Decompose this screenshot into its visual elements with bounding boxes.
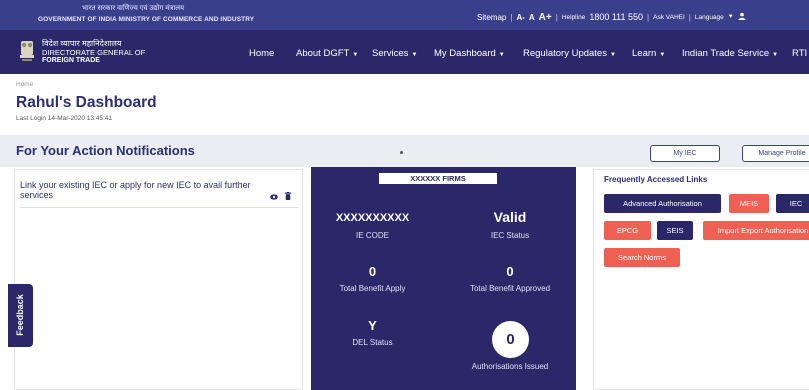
main-navbar: विदेश व्यापार महानिदेशालय DIRECTORATE GE… bbox=[0, 30, 809, 74]
utility-links: Sitemap | A- A A+ | Helpline 1800 111 55… bbox=[477, 10, 746, 24]
link-iec-text[interactable]: Link your existing IEC or apply for new … bbox=[20, 180, 260, 200]
authorisations-issued-value: 0 bbox=[492, 321, 529, 358]
manage-profile-button[interactable]: Manage Profile bbox=[742, 145, 809, 162]
nav-learn[interactable]: Learn ▼ bbox=[632, 48, 665, 59]
divider: | bbox=[688, 12, 691, 22]
iec-status-label: IEC Status bbox=[490, 231, 530, 240]
government-hindi-text: भारत सरकार वाणिज्य एवं उद्योग मंत्रालय bbox=[82, 5, 185, 12]
loading-dot bbox=[400, 151, 403, 154]
brand-line-1: DIRECTORATE GENERAL OF bbox=[42, 48, 146, 57]
chevron-down-icon: ▼ bbox=[772, 52, 779, 58]
link-seis[interactable]: SEIS bbox=[657, 221, 693, 240]
chevron-down-icon: ▼ bbox=[609, 52, 616, 58]
nav-home[interactable]: Home bbox=[249, 48, 274, 59]
ask-vahei-link[interactable]: Ask VAHEI bbox=[653, 14, 685, 21]
brand-line-2: FOREIGN TRADE bbox=[42, 57, 100, 64]
nav-services-label: Services bbox=[372, 48, 409, 59]
sitemap-link[interactable]: Sitemap bbox=[477, 13, 506, 22]
nav-about-label: About DGFT bbox=[296, 48, 350, 59]
ie-code-value: XXXXXXXXXX bbox=[335, 212, 410, 224]
nav-rti-label: RTI bbox=[792, 48, 808, 59]
helpline-number[interactable]: 1800 111 550 bbox=[589, 12, 643, 22]
top-utility-bar: भारत सरकार वाणिज्य एवं उद्योग मंत्रालय G… bbox=[0, 0, 809, 30]
feedback-tab[interactable]: Feedback bbox=[8, 284, 33, 347]
breadcrumb[interactable]: Home bbox=[16, 81, 33, 88]
nav-rti[interactable]: RTI bbox=[792, 48, 807, 59]
page-title: Rahul's Dashboard bbox=[16, 94, 157, 111]
link-iec[interactable]: IEC bbox=[776, 194, 809, 213]
government-english-text: GOVERNMENT OF INDIA MINISTRY OF COMMERCE… bbox=[38, 16, 255, 23]
nav-dashboard-label: My Dashboard bbox=[434, 48, 496, 59]
ie-code-label: IE CODE bbox=[356, 231, 389, 240]
nav-regulatory-label: Regulatory Updates bbox=[523, 48, 607, 59]
link-import-export-authorisation[interactable]: Import Export Authorisation bbox=[703, 221, 809, 240]
divider: | bbox=[647, 12, 650, 22]
link-epcg[interactable]: EPCG bbox=[604, 221, 651, 240]
nav-regulatory-updates[interactable]: Regulatory Updates ▼ bbox=[523, 48, 616, 59]
firm-name-badge: XXXXXX FIRMS bbox=[379, 173, 497, 184]
total-benefit-approved-value: 0 bbox=[506, 264, 514, 279]
nav-home-label: Home bbox=[249, 48, 275, 59]
eye-icon[interactable] bbox=[270, 194, 278, 200]
total-benefit-apply-value: 0 bbox=[368, 264, 377, 279]
chevron-down-icon[interactable]: ▼ bbox=[728, 14, 734, 20]
total-benefit-approved-label: Total Benefit Approved bbox=[469, 284, 551, 293]
helpline-label: Helpline bbox=[561, 13, 586, 21]
link-advanced-authorisation[interactable]: Advanced Authorisation bbox=[604, 194, 721, 213]
frequent-links-title: Frequently Accessed Links bbox=[604, 175, 708, 184]
trash-icon[interactable] bbox=[285, 192, 291, 200]
font-size-increase[interactable]: A+ bbox=[539, 12, 552, 23]
nav-learn-label: Learn bbox=[632, 48, 657, 59]
authorisations-issued-label: Authorisations Issued bbox=[471, 362, 549, 371]
nav-about[interactable]: About DGFT ▼ bbox=[296, 48, 358, 59]
notifications-title: For Your Action Notifications bbox=[16, 143, 195, 158]
font-size-normal[interactable]: A bbox=[529, 13, 535, 22]
iec-status-value: Valid bbox=[493, 209, 527, 225]
my-iec-button[interactable]: My IEC bbox=[650, 145, 720, 162]
divider: | bbox=[510, 12, 513, 22]
divider bbox=[20, 207, 298, 208]
chevron-down-icon: ▼ bbox=[498, 52, 505, 58]
divider: | bbox=[555, 12, 558, 22]
feedback-label: Feedback bbox=[15, 294, 25, 336]
language-selector[interactable]: Language bbox=[695, 14, 724, 21]
link-iec-card bbox=[14, 169, 303, 390]
chevron-down-icon: ▼ bbox=[352, 52, 359, 58]
del-status-label: DEL Status bbox=[352, 338, 393, 347]
last-login-text: Last Login 14-Mar-2020 13:45:41 bbox=[16, 115, 113, 122]
chevron-down-icon: ▼ bbox=[411, 52, 418, 58]
font-size-decrease[interactable]: A- bbox=[516, 13, 524, 22]
nav-my-dashboard[interactable]: My Dashboard ▼ bbox=[434, 48, 505, 59]
nav-indian-trade-service[interactable]: Indian Trade Service ▼ bbox=[682, 48, 778, 59]
nav-services[interactable]: Services ▼ bbox=[372, 48, 417, 59]
nav-its-label: Indian Trade Service bbox=[682, 48, 770, 59]
total-benefit-apply-label: Total Benefit Apply bbox=[339, 284, 406, 293]
chevron-down-icon: ▼ bbox=[659, 52, 666, 58]
user-icon[interactable] bbox=[738, 12, 746, 22]
national-emblem-icon bbox=[20, 41, 34, 61]
link-meis[interactable]: MEIS bbox=[729, 194, 769, 213]
del-status-value: Y bbox=[368, 318, 377, 333]
link-search-norms[interactable]: Search Norms bbox=[604, 248, 680, 267]
